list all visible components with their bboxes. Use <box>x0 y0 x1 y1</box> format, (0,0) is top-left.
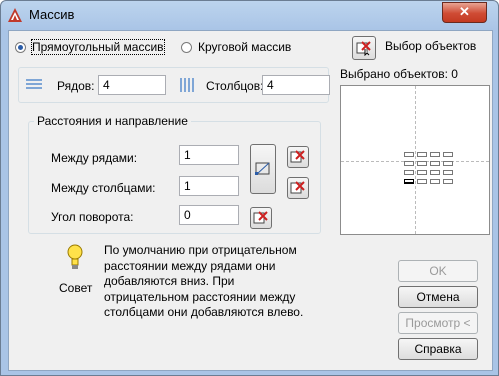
cancel-button[interactable]: Отмена <box>398 286 478 308</box>
rows-columns-group: Рядов: 4 Столбцов: 4 <box>18 67 330 103</box>
pick-column-offset-button[interactable] <box>287 177 309 199</box>
pick-objects-icon <box>356 41 371 56</box>
preview-array-item <box>443 170 453 175</box>
row-offset-input[interactable]: 1 <box>179 145 239 165</box>
tip-text: По умолчанию при отрицательном расстояни… <box>104 243 304 319</box>
select-objects-label: Выбор объектов <box>385 39 477 53</box>
polar-array-radio[interactable] <box>181 42 192 53</box>
dialog-client-area: Прямоугольный массив Круговой массив Выб… <box>8 30 493 371</box>
preview-array-item <box>404 161 414 166</box>
angle-label: Угол поворота: <box>51 210 134 224</box>
selected-objects-count: Выбрано объектов: 0 <box>340 67 458 81</box>
help-button[interactable]: Справка <box>398 338 478 360</box>
preview-array-item <box>443 152 453 157</box>
rectangular-array-label: Прямоугольный массив <box>31 39 165 55</box>
rectangular-array-radio[interactable] <box>15 42 26 53</box>
preview-array-item <box>404 170 414 175</box>
preview-axis-vertical <box>415 86 416 234</box>
rows-input[interactable]: 4 <box>98 75 166 95</box>
pick-rectangle-icon <box>255 162 270 175</box>
rectangular-array-option[interactable]: Прямоугольный массив <box>15 39 165 56</box>
rows-icon <box>26 79 42 89</box>
column-offset-input[interactable]: 1 <box>179 176 239 196</box>
select-objects-button[interactable] <box>352 36 376 60</box>
array-dialog: Массив ✕ Прямоугольный массив Круговой м… <box>0 0 499 376</box>
angle-input[interactable]: 0 <box>179 205 239 225</box>
rows-label: Рядов: <box>57 79 95 93</box>
preview-array-item <box>443 179 453 184</box>
pick-point-icon <box>290 150 305 163</box>
preview-array-item <box>417 179 427 184</box>
column-offset-label: Между столбцами: <box>51 181 156 195</box>
preview-array-item <box>417 161 427 166</box>
tip-label: Совет <box>59 281 93 295</box>
pick-row-offset-button[interactable] <box>287 146 309 168</box>
window-title: Массив <box>29 7 75 22</box>
lightbulb-icon <box>67 244 83 269</box>
title-bar[interactable]: Массив ✕ <box>1 1 498 29</box>
preview-array-item <box>430 161 440 166</box>
preview-array-item <box>430 179 440 184</box>
preview-array-item <box>443 161 453 166</box>
polar-array-label: Круговой массив <box>198 40 292 54</box>
polar-array-option[interactable]: Круговой массив <box>181 40 321 56</box>
offset-group-title: Расстояния и направление <box>34 114 191 128</box>
pick-angle-button[interactable] <box>250 207 272 229</box>
preview-source-object <box>404 179 414 184</box>
autocad-app-icon <box>8 8 22 22</box>
pick-point-icon <box>253 211 268 224</box>
pick-point-icon <box>290 181 305 194</box>
preview-array-item <box>430 152 440 157</box>
columns-input[interactable]: 4 <box>262 75 330 95</box>
pick-both-offsets-button[interactable] <box>250 144 276 194</box>
preview-array-item <box>404 152 414 157</box>
columns-icon <box>180 78 194 92</box>
ok-button[interactable]: OK <box>398 260 478 282</box>
preview-array-item <box>417 170 427 175</box>
row-offset-label: Между рядами: <box>51 151 138 165</box>
preview-array-item <box>430 170 440 175</box>
array-preview <box>340 85 490 235</box>
close-button[interactable]: ✕ <box>442 2 487 23</box>
columns-label: Столбцов: <box>206 79 264 93</box>
preview-button[interactable]: Просмотр < <box>398 312 478 334</box>
preview-array-item <box>417 152 427 157</box>
